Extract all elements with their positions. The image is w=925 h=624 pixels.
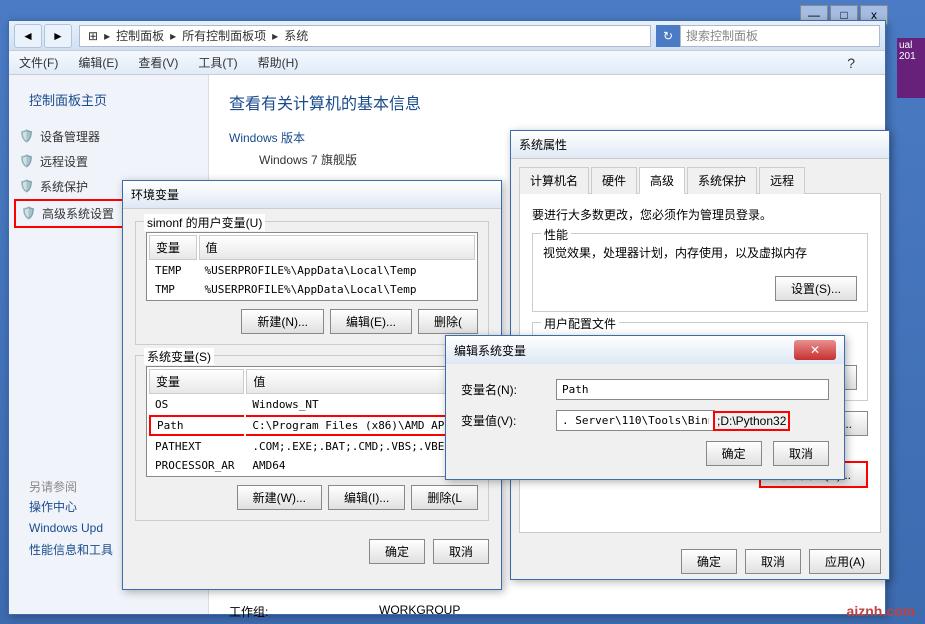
sys-vars-group: 系统变量(S) xyxy=(144,348,214,365)
perf-settings-button[interactable]: 设置(S)... xyxy=(775,276,857,301)
shield-icon: 🛡️ xyxy=(19,129,35,145)
new-user-var-button[interactable]: 新建(N)... xyxy=(241,309,324,334)
var-value-label: 变量值(V): xyxy=(461,412,556,429)
menu-help[interactable]: 帮助(H) xyxy=(258,54,299,71)
ok-button[interactable]: 确定 xyxy=(681,549,737,574)
delete-sys-var-button[interactable]: 删除(L xyxy=(411,485,478,510)
menu-edit[interactable]: 编辑(E) xyxy=(78,54,118,71)
menu-file[interactable]: 文件(F) xyxy=(19,54,58,71)
table-row: TEMP%USERPROFILE%\AppData\Local\Temp xyxy=(149,262,475,279)
edit-sys-var-dialog: 编辑系统变量 ✕ 变量名(N): 变量值(V): ;D:\Python32 确定… xyxy=(445,335,845,480)
root-icon: ⊞ xyxy=(88,29,98,43)
perf-group-title: 性能 xyxy=(541,226,571,243)
var-value-input[interactable] xyxy=(556,410,715,431)
breadcrumb[interactable]: ⊞ ▸ 控制面板 ▸ 所有控制面板项 ▸ 系统 xyxy=(79,25,651,47)
cancel-button[interactable]: 取消 xyxy=(745,549,801,574)
search-input[interactable]: 搜索控制面板 xyxy=(680,25,880,47)
sys-vars-table[interactable]: 变量值 OSWindows_NT PathC:\Program Files (x… xyxy=(146,366,478,477)
crumb[interactable]: 控制面板 xyxy=(116,27,164,44)
tab-remote[interactable]: 远程 xyxy=(759,167,805,194)
shield-icon: 🛡️ xyxy=(19,154,35,170)
sidebar-item-devmgr[interactable]: 🛡️设备管理器 xyxy=(14,124,203,149)
dialog-title: 系统属性 xyxy=(511,131,889,159)
cancel-button[interactable]: 取消 xyxy=(773,441,829,466)
menu-tools[interactable]: 工具(T) xyxy=(198,54,237,71)
table-row-path: PathC:\Program Files (x86)\AMD APP\ xyxy=(149,415,475,436)
menubar: 文件(F) 编辑(E) 查看(V) 工具(T) 帮助(H) ? xyxy=(9,51,885,75)
tab-hardware[interactable]: 硬件 xyxy=(591,167,637,194)
titlebar: ◄ ► ⊞ ▸ 控制面板 ▸ 所有控制面板项 ▸ 系统 ↻ 搜索控制面板 xyxy=(9,21,885,51)
crumb[interactable]: 系统 xyxy=(284,27,308,44)
visual-studio-icon: ual 201 xyxy=(897,38,925,98)
new-sys-var-button[interactable]: 新建(W)... xyxy=(237,485,322,510)
apply-button[interactable]: 应用(A) xyxy=(809,549,881,574)
tabs: 计算机名 硬件 高级 系统保护 远程 xyxy=(511,159,889,194)
table-row: OSWindows_NT xyxy=(149,396,475,413)
sidebar-item-remote[interactable]: 🛡️远程设置 xyxy=(14,149,203,174)
shield-icon: 🛡️ xyxy=(19,179,35,195)
sidebar-title[interactable]: 控制面板主页 xyxy=(14,90,203,109)
workgroup-label: 工作组: xyxy=(229,603,379,620)
var-value-highlight: ;D:\Python32 xyxy=(713,411,790,431)
close-button[interactable]: ✕ xyxy=(794,340,836,360)
edit-sys-var-button[interactable]: 编辑(I)... xyxy=(328,485,405,510)
perf-desc: 视觉效果，处理器计划，内存使用，以及虚拟内存 xyxy=(543,244,857,261)
tab-advanced[interactable]: 高级 xyxy=(639,167,685,194)
var-name-label: 变量名(N): xyxy=(461,381,556,398)
delete-user-var-button[interactable]: 删除( xyxy=(418,309,478,334)
menu-view[interactable]: 查看(V) xyxy=(138,54,178,71)
table-row: PROCESSOR_ARAMD64 xyxy=(149,457,475,474)
forward-button[interactable]: ► xyxy=(44,24,72,48)
dialog-title: 环境变量 xyxy=(123,181,501,209)
table-row: PATHEXT.COM;.EXE;.BAT;.CMD;.VBS;.VBE; xyxy=(149,438,475,455)
table-row: TMP%USERPROFILE%\AppData\Local\Temp xyxy=(149,281,475,298)
ok-button[interactable]: 确定 xyxy=(706,441,762,466)
cancel-button[interactable]: 取消 xyxy=(433,539,489,564)
shield-icon: 🛡️ xyxy=(21,206,37,222)
watermark: aiznh.com xyxy=(847,603,915,619)
tab-computer-name[interactable]: 计算机名 xyxy=(519,167,589,194)
page-heading: 查看有关计算机的基本信息 xyxy=(229,90,865,114)
help-icon[interactable]: ? xyxy=(847,55,855,71)
user-vars-group: simonf 的用户变量(U) xyxy=(144,214,265,231)
edit-user-var-button[interactable]: 编辑(E)... xyxy=(330,309,412,334)
crumb[interactable]: 所有控制面板项 xyxy=(182,27,266,44)
dialog-title: 编辑系统变量 ✕ xyxy=(446,336,844,364)
var-name-input[interactable] xyxy=(556,379,829,400)
profile-group-title: 用户配置文件 xyxy=(541,315,619,332)
user-vars-table[interactable]: 变量值 TEMP%USERPROFILE%\AppData\Local\Temp… xyxy=(146,232,478,301)
back-button[interactable]: ◄ xyxy=(14,24,42,48)
tab-protection[interactable]: 系统保护 xyxy=(687,167,757,194)
admin-note: 要进行大多数更改，您必须作为管理员登录。 xyxy=(532,206,868,223)
ok-button[interactable]: 确定 xyxy=(369,539,425,564)
workgroup-value: WORKGROUP xyxy=(379,603,460,620)
refresh-button[interactable]: ↻ xyxy=(656,25,680,47)
